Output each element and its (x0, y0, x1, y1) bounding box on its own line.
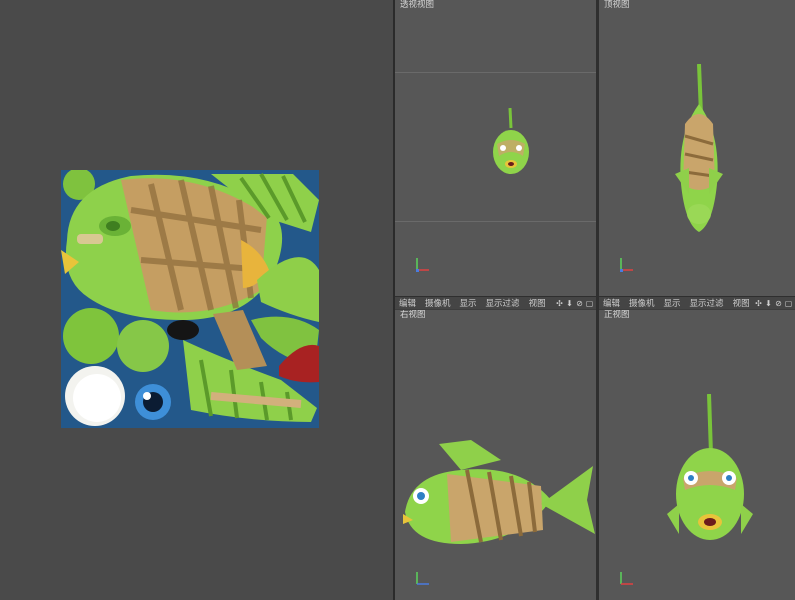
axis-gizmo (416, 258, 429, 272)
menu-edit[interactable]: 编辑 (603, 297, 620, 309)
viewport-perspective[interactable]: 透视视图 (395, 0, 596, 296)
arrow-down-icon[interactable]: ⬇ (764, 299, 773, 309)
cycle-icon[interactable]: ⊘ (575, 299, 584, 309)
viewport-toolbar-right: 编辑 摄像机 显示 显示过滤 视图 ✣ ⬇ ⊘ ▢ (599, 296, 795, 309)
viewport-title: 右视图 (400, 310, 426, 320)
menu-camera[interactable]: 摄像机 (629, 297, 655, 309)
menu-filter[interactable]: 显示过滤 (690, 297, 724, 309)
viewport-right[interactable]: 右视图 (395, 310, 596, 600)
viewport-toolbar-left: 编辑 摄像机 显示 显示过滤 视图 ✣ ⬇ ⊘ ▢ (395, 296, 596, 309)
toolbar-icons: ✣ ⬇ ⊘ ▢ (754, 297, 793, 310)
grid-line (395, 72, 596, 73)
menu-display[interactable]: 显示 (664, 297, 681, 309)
move-icon[interactable]: ✣ (555, 299, 564, 309)
axis-gizmo (416, 572, 429, 585)
viewport-top[interactable]: 顶视图 (599, 0, 795, 296)
maximize-icon[interactable]: ▢ (784, 299, 793, 309)
axis-gizmo (620, 258, 633, 272)
fish-texture-map (61, 170, 319, 428)
toolbar-icons: ✣ ⬇ ⊘ ▢ (555, 297, 594, 310)
grid-line (395, 221, 596, 222)
fish-model (493, 108, 529, 174)
viewport-title: 透视视图 (400, 0, 435, 10)
menu-view[interactable]: 视图 (529, 297, 546, 309)
menu-edit[interactable]: 编辑 (399, 297, 416, 309)
maximize-icon[interactable]: ▢ (585, 299, 594, 309)
menu-filter[interactable]: 显示过滤 (486, 297, 520, 309)
menu-camera[interactable]: 摄像机 (425, 297, 451, 309)
cycle-icon[interactable]: ⊘ (774, 299, 783, 309)
fish-model (667, 394, 753, 540)
viewport-front[interactable]: 正视图 (599, 310, 795, 600)
menu-display[interactable]: 显示 (460, 297, 477, 309)
axis-gizmo (620, 572, 633, 585)
menu-view[interactable]: 视图 (733, 297, 750, 309)
viewport-title: 正视图 (604, 310, 630, 320)
move-icon[interactable]: ✣ (754, 299, 763, 309)
texture-view-panel[interactable] (0, 0, 393, 600)
fish-model (403, 440, 595, 544)
viewport-title: 顶视图 (604, 0, 630, 10)
fish-model (675, 64, 723, 232)
arrow-down-icon[interactable]: ⬇ (565, 299, 574, 309)
